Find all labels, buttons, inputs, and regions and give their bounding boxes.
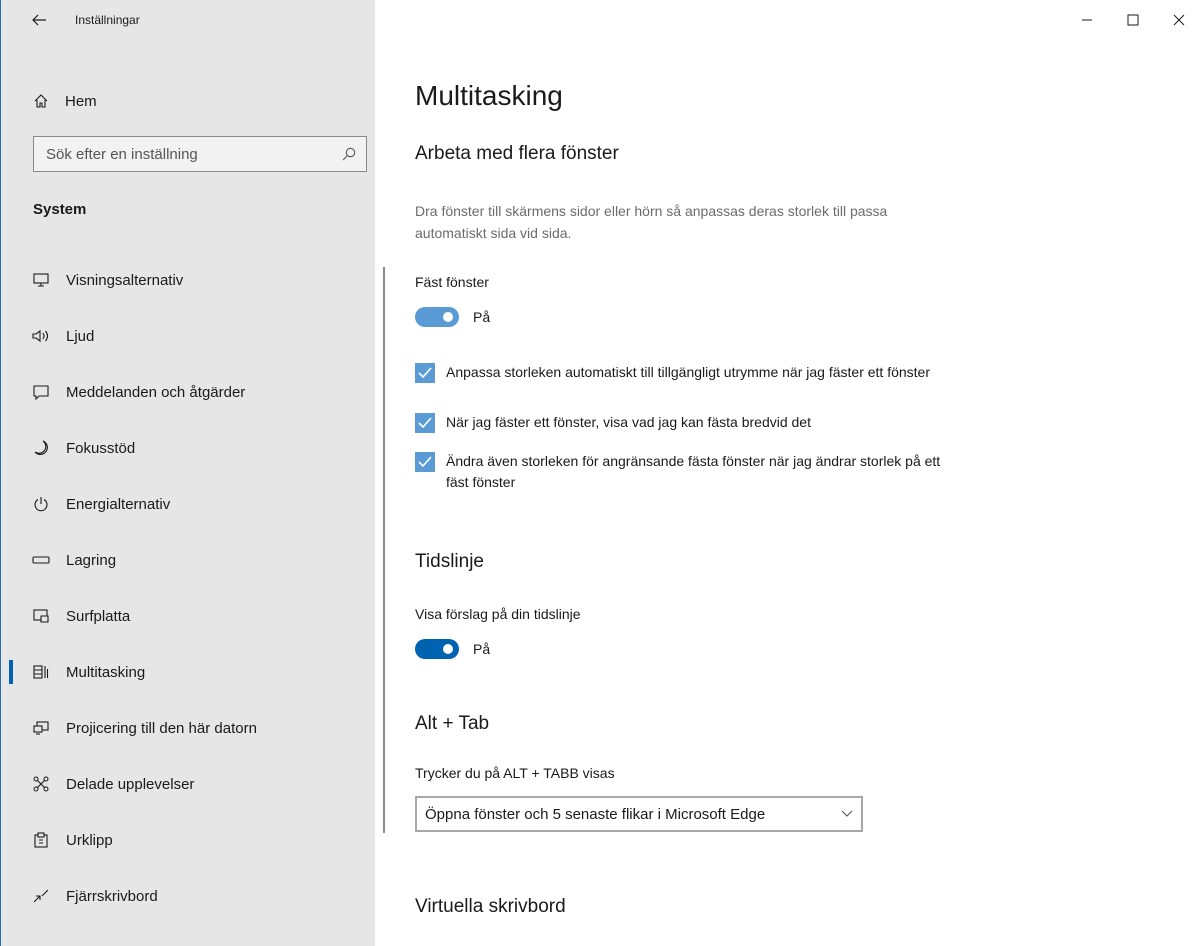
sidebar-item-delade-upplevelser[interactable]: Delade upplevelser xyxy=(1,756,375,812)
checkbox[interactable] xyxy=(415,452,435,472)
section-label-system: System xyxy=(33,201,87,218)
timeline-toggle-state: På xyxy=(473,641,491,657)
display-icon xyxy=(30,273,52,287)
sidebar-item-label: Lagring xyxy=(66,551,117,569)
sidebar-item-label: Urklipp xyxy=(66,831,113,849)
sidebar-item-projicering[interactable]: Projicering till den här datorn xyxy=(1,700,375,756)
snap-toggle[interactable] xyxy=(415,307,459,327)
sidebar-item-surfplatta[interactable]: Surfplatta xyxy=(1,588,375,644)
sidebar-item-label: Projicering till den här datorn xyxy=(66,719,257,737)
sidebar-item-label: Delade upplevelser xyxy=(66,775,195,793)
sidebar-item-visningsalternativ[interactable]: Visningsalternativ xyxy=(1,252,375,308)
alttab-field-label: Trycker du på ALT + TABB visas xyxy=(415,765,615,781)
sidebar-item-label: Visningsalternativ xyxy=(66,271,184,289)
search-placeholder: Sök efter en inställning xyxy=(46,145,198,163)
sidebar-item-label: Energialternativ xyxy=(66,495,171,513)
alttab-dropdown[interactable]: Öppna fönster och 5 senaste flikar i Mic… xyxy=(415,796,863,832)
checkbox-label: Ändra även storleken för angränsande fäs… xyxy=(446,453,941,490)
check-auto-resize[interactable]: Anpassa storleken automatiskt till tillg… xyxy=(415,362,975,383)
back-button[interactable] xyxy=(27,8,51,32)
home-nav-item[interactable]: Hem xyxy=(1,82,375,120)
sidebar-item-label: Ljud xyxy=(66,327,95,345)
sidebar-item-label: Fokusstöd xyxy=(66,439,136,457)
checkmark-icon xyxy=(418,456,432,468)
sidebar-item-label: Meddelanden och åtgärder xyxy=(66,383,246,401)
search-icon[interactable] xyxy=(342,147,356,161)
tablet-icon xyxy=(30,609,52,623)
check-show-snap-assist[interactable]: När jag fäster ett fönster, visa vad jag… xyxy=(415,412,975,433)
section-heading-alttab: Alt + Tab xyxy=(415,713,490,734)
snap-toggle-row[interactable]: På xyxy=(415,307,490,327)
section-description: Dra fönster till skärmens sidor eller hö… xyxy=(415,203,888,241)
multitasking-icon xyxy=(30,664,52,680)
storage-icon xyxy=(30,556,52,564)
timeline-toggle-row[interactable]: På xyxy=(415,639,490,659)
checkbox-label: När jag fäster ett fönster, visa vad jag… xyxy=(446,414,811,430)
sidebar: Inställningar Hem Sök efter en inställni… xyxy=(1,0,375,946)
toggle-knob xyxy=(443,312,453,322)
checkbox[interactable] xyxy=(415,413,435,433)
sidebar-item-label: Multitasking xyxy=(66,663,146,681)
power-icon xyxy=(30,496,52,512)
maximize-button[interactable] xyxy=(1110,0,1156,40)
sidebar-item-multitasking[interactable]: Multitasking xyxy=(1,644,375,700)
speaker-icon xyxy=(30,329,52,343)
back-arrow-icon xyxy=(32,14,46,26)
chevron-down-icon xyxy=(841,810,853,818)
shared-experiences-icon xyxy=(30,776,52,792)
section-heading-virtual-desktops: Virtuella skrivbord xyxy=(415,896,566,917)
sidebar-item-energialternativ[interactable]: Energialternativ xyxy=(1,476,375,532)
timeline-toggle-label: Visa förslag på din tidslinje xyxy=(415,606,581,622)
message-icon xyxy=(30,384,52,400)
close-icon xyxy=(1173,14,1185,26)
sidebar-item-label: Surfplatta xyxy=(66,607,131,625)
sidebar-item-label: Fjärrskrivbord xyxy=(66,887,158,905)
sidebar-item-urklipp[interactable]: Urklipp xyxy=(1,812,375,868)
sidebar-item-fokusstod[interactable]: Fokusstöd xyxy=(1,420,375,476)
sidebar-item-meddelanden[interactable]: Meddelanden och åtgärder xyxy=(1,364,375,420)
caption-buttons xyxy=(1064,0,1202,40)
timeline-toggle[interactable] xyxy=(415,639,459,659)
clipboard-icon xyxy=(30,832,52,848)
maximize-icon xyxy=(1127,14,1139,26)
check-resize-adjacent[interactable]: Ändra även storleken för angränsande fäs… xyxy=(415,451,975,493)
sidebar-nav: Visningsalternativ Ljud Meddelanden och … xyxy=(1,252,375,924)
title-bar: Inställningar xyxy=(1,0,375,40)
section-heading-timeline: Tidslinje xyxy=(415,551,484,572)
snap-label: Fäst fönster xyxy=(415,274,489,290)
section-heading-windows: Arbeta med flera fönster xyxy=(415,143,619,164)
remote-desktop-icon xyxy=(30,889,52,903)
settings-window: Inställningar Hem Sök efter en inställni… xyxy=(0,0,1202,946)
sidebar-item-fjarrskrivbord[interactable]: Fjärrskrivbord xyxy=(1,868,375,924)
checkbox-label: Anpassa storleken automatiskt till tillg… xyxy=(446,364,930,380)
app-title: Inställningar xyxy=(75,13,140,27)
checkmark-icon xyxy=(418,367,432,379)
sidebar-item-ljud[interactable]: Ljud xyxy=(1,308,375,364)
moon-icon xyxy=(30,440,52,456)
home-icon xyxy=(31,93,51,109)
sidebar-item-lagring[interactable]: Lagring xyxy=(1,532,375,588)
snap-toggle-state: På xyxy=(473,309,491,325)
sidebar-scrollbar[interactable] xyxy=(383,267,385,833)
toggle-knob xyxy=(443,644,453,654)
page-title: Multitasking xyxy=(415,80,563,111)
home-label: Hem xyxy=(65,92,97,110)
search-input[interactable]: Sök efter en inställning xyxy=(33,136,367,172)
minimize-button[interactable] xyxy=(1064,0,1110,40)
checkbox[interactable] xyxy=(415,363,435,383)
checkmark-icon xyxy=(418,417,432,429)
dropdown-selected-value: Öppna fönster och 5 senaste flikar i Mic… xyxy=(425,805,766,823)
minimize-icon xyxy=(1082,19,1092,21)
projection-icon xyxy=(30,721,52,735)
close-button[interactable] xyxy=(1156,0,1202,40)
